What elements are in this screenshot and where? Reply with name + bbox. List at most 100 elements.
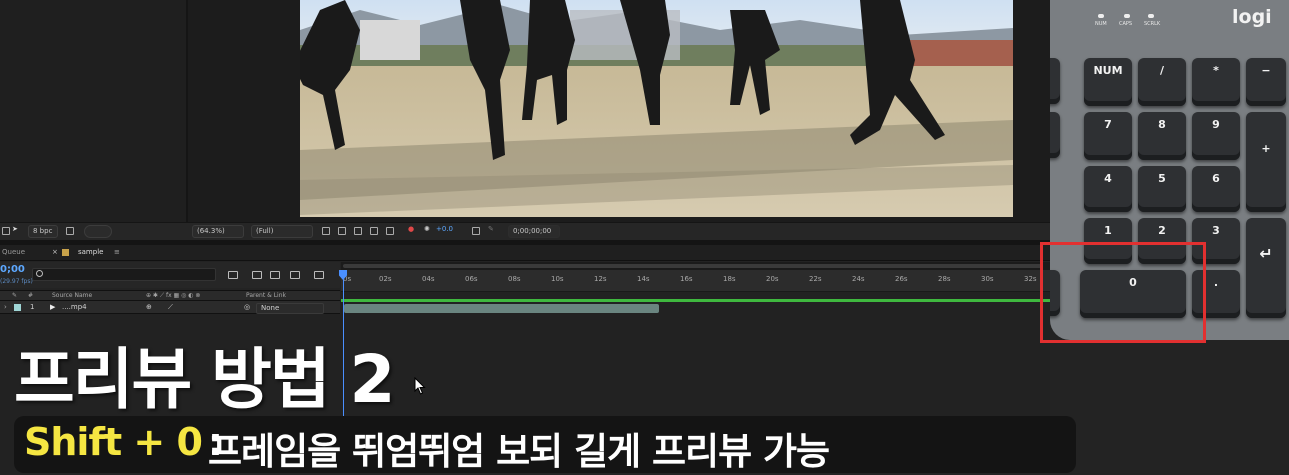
search-icon — [36, 270, 43, 277]
roi-icon[interactable] — [322, 227, 330, 235]
layer-column-header: ✎ # Source Name ⊕ ✱ ⟋ fx ▦ ◎ ◐ ⊗ Parent … — [0, 290, 340, 301]
key-label: / — [1159, 64, 1165, 77]
ruler-tick: 02s — [379, 275, 392, 283]
key-label: 5 — [1158, 172, 1166, 185]
bpc-button[interactable]: 8 bpc — [28, 225, 58, 238]
ruler-tick: 08s — [508, 275, 521, 283]
ruler-tick: 04s — [422, 275, 435, 283]
collapse-switch-icon[interactable]: ⊕ — [146, 303, 152, 311]
parent-pickwhip-icon[interactable]: ◎ — [244, 303, 250, 311]
key-label: 3 — [1212, 224, 1220, 237]
key-label: 8 — [1158, 118, 1166, 131]
key-label: 2 — [1158, 224, 1166, 237]
key-enter: ↵ — [1246, 218, 1286, 318]
layer-search-input[interactable] — [32, 268, 216, 281]
graph-editor-icon[interactable] — [314, 271, 324, 279]
ruler-tick: 22s — [809, 275, 822, 283]
key-label: NUM — [1093, 64, 1123, 77]
3d-view-icon[interactable] — [386, 227, 394, 235]
parent-link-header[interactable]: Parent & Link — [246, 292, 286, 299]
frame-blending-icon[interactable] — [270, 271, 280, 279]
motion-blur-icon[interactable] — [290, 271, 300, 279]
region-icon[interactable] — [2, 227, 10, 235]
tab-sample[interactable]: sample — [78, 248, 103, 256]
close-tab-icon[interactable]: × — [52, 248, 58, 256]
ruler-tick: 26s — [895, 275, 908, 283]
key-7: 7 — [1084, 112, 1132, 160]
key-plus: + — [1246, 112, 1286, 212]
label-column-icon: ✎ — [12, 292, 18, 299]
mask-icon[interactable] — [354, 227, 362, 235]
tab-render-queue[interactable]: Queue — [2, 248, 25, 256]
work-area-bar[interactable] — [341, 299, 1050, 302]
shy-layers-icon[interactable] — [252, 271, 262, 279]
guides-icon[interactable] — [370, 227, 378, 235]
shortcut-label: Shift + 0: — [24, 420, 223, 464]
key-0-highlight-box — [1040, 242, 1206, 343]
key-partial — [1050, 112, 1060, 158]
ruler-tick: 10s — [551, 275, 564, 283]
quality-switch-icon[interactable]: ⟋ — [168, 303, 173, 312]
ruler-tick: 24s — [852, 275, 865, 283]
show-snapshot-icon[interactable]: ✎ — [488, 225, 494, 233]
key-divide: / — [1138, 58, 1186, 106]
shortcut-text: Shift + 0 — [24, 420, 203, 464]
tab-menu-icon[interactable]: ≡ — [114, 248, 120, 256]
key-label: 1 — [1104, 224, 1112, 237]
video-preview — [300, 0, 1013, 217]
transparency-grid-icon[interactable] — [338, 227, 346, 235]
key-numlock: NUM — [1084, 58, 1132, 106]
source-name-header[interactable]: Source Name — [52, 292, 92, 299]
key-label: 7 — [1104, 118, 1112, 131]
fps-label: (29.97 fps) — [0, 278, 33, 285]
key-multiply: * — [1192, 58, 1240, 106]
ruler-tick: 20s — [766, 275, 779, 283]
exposure-value[interactable]: +0.0 — [436, 225, 453, 233]
viewer-toolbar: ➤ 8 bpc (64.3%) (Full) ● ✺ +0.0 ✎ 0;00;0… — [0, 222, 1050, 240]
caps-lock-led — [1124, 14, 1130, 18]
video-frame-image — [300, 0, 1013, 217]
key-label: 4 — [1104, 172, 1112, 185]
exposure-icon[interactable]: ✺ — [424, 225, 430, 233]
timeline-track-area[interactable]: 0s 02s 04s 06s 08s 10s 12s 14s 16s 18s 2… — [339, 262, 1050, 422]
num-lock-led — [1098, 14, 1104, 18]
comp-mini-flowchart-icon[interactable] — [228, 271, 238, 279]
layer-label-color[interactable] — [14, 304, 21, 311]
zoom-dropdown[interactable]: (64.3%) — [192, 225, 244, 238]
number-column-icon: # — [28, 292, 34, 299]
parent-dropdown[interactable]: None — [256, 303, 324, 314]
layer-row[interactable]: › 1 ▶ ....mp4 ⊕ ⟋ ◎ None — [0, 301, 340, 314]
ruler-tick: 28s — [938, 275, 951, 283]
key-8: 8 — [1138, 112, 1186, 160]
overlay-title: 프리뷰 방법 2 — [14, 341, 395, 418]
switches-header-icon: ⊕ ✱ ⟋ fx ▦ ◎ ◐ ⊗ — [146, 292, 201, 299]
key-label: 6 — [1212, 172, 1220, 185]
layer-name[interactable]: ....mp4 — [62, 303, 87, 311]
render-toggle[interactable] — [84, 225, 112, 238]
timeline-controls: 0;00 (29.97 fps) — [0, 262, 340, 288]
led-label: SCRLK — [1144, 21, 1161, 27]
trash-icon[interactable] — [66, 227, 74, 235]
flowchart-icon[interactable]: ➤ — [12, 225, 18, 233]
key-label: − — [1261, 64, 1271, 77]
ruler-tick: 12s — [594, 275, 607, 283]
expand-arrow-icon[interactable]: › — [4, 303, 7, 311]
time-ruler[interactable]: 0s 02s 04s 06s 08s 10s 12s 14s 16s 18s 2… — [341, 270, 1050, 292]
layer-duration-bar[interactable] — [344, 304, 659, 313]
color-channel-icon[interactable]: ● — [408, 225, 414, 233]
key-label: + — [1261, 142, 1271, 155]
key-partial — [1050, 58, 1060, 104]
ruler-tick: 14s — [637, 275, 650, 283]
ruler-tick: 18s — [723, 275, 736, 283]
viewer-timecode[interactable]: 0;00;00;00 — [508, 225, 560, 238]
key-6: 6 — [1192, 166, 1240, 212]
timeline-navigator[interactable] — [341, 262, 1050, 270]
timeline-tab-bar: Queue × sample ≡ — [0, 245, 1050, 261]
current-time-display[interactable]: 0;00 — [0, 264, 25, 275]
resolution-dropdown[interactable]: (Full) — [251, 225, 313, 238]
led-label: NUM — [1095, 21, 1107, 27]
key-minus: − — [1246, 58, 1286, 106]
camera-icon[interactable] — [472, 227, 480, 235]
led-label: CAPS — [1119, 21, 1133, 27]
navigator-thumb[interactable] — [343, 264, 1043, 268]
